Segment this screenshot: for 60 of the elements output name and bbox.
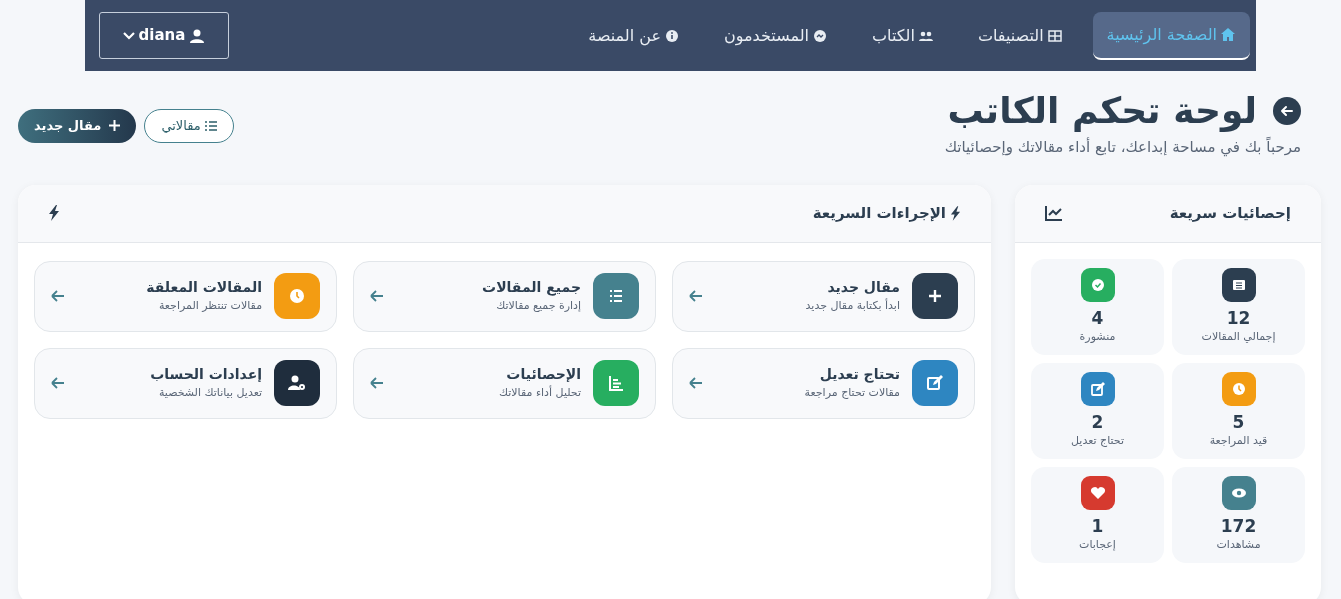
action-button[interactable]: الإحصائيات تحليل أداء مقالاتك bbox=[353, 347, 656, 419]
arrow-left-icon bbox=[51, 377, 66, 390]
action-title: الإحصائيات bbox=[505, 365, 581, 385]
info-icon bbox=[664, 27, 680, 44]
action-button[interactable]: تحتاج تعديل مقالات تحتاج مراجعة bbox=[672, 347, 975, 419]
card-title: الإجراءات السريعة bbox=[812, 202, 946, 224]
page-title: لوحة تحكم الكاتب bbox=[947, 89, 1257, 133]
stat-value: 4 bbox=[1091, 308, 1104, 329]
lightning-icon bbox=[950, 205, 961, 221]
action-subtitle: مقالات تنتظر المراجعة bbox=[157, 298, 263, 315]
action-button[interactable]: مقال جديد ابدأ بكتابة مقال جديد bbox=[672, 260, 975, 332]
my-articles-button[interactable]: مقالاتي bbox=[144, 109, 234, 143]
action-subtitle: مقالات تحتاج مراجعة bbox=[803, 385, 900, 402]
action-button[interactable]: إعدادات الحساب تعديل بياناتك الشخصية bbox=[34, 347, 338, 419]
action-title: تحتاج تعديل bbox=[818, 365, 900, 385]
stat-label: قيد المراجعة bbox=[1209, 432, 1268, 449]
action-subtitle: تعديل بياناتك الشخصية bbox=[157, 385, 263, 402]
arrow-left-icon bbox=[689, 290, 703, 303]
page-subtitle: مرحباً بك في مساحة إبداعك، تابع أداء مقالاتك وإحصائياتك bbox=[944, 136, 1301, 159]
stat-label: تحتاج تعديل bbox=[1071, 432, 1124, 449]
card-title: إحصائيات سريعة bbox=[1169, 202, 1291, 224]
arrow-left-icon bbox=[370, 377, 385, 390]
stat-value: 172 bbox=[1220, 516, 1257, 537]
arrow-left-icon bbox=[689, 377, 703, 390]
new-article-button[interactable]: مقال جديد bbox=[18, 109, 137, 143]
nav-tab[interactable]: عن المنصة bbox=[574, 13, 694, 58]
chat-icon bbox=[811, 27, 828, 44]
grid-icon bbox=[1046, 27, 1063, 44]
action-title: المقالات المعلقة bbox=[145, 278, 263, 298]
stat-label: مشاهدات bbox=[1216, 536, 1261, 553]
stat-value: 2 bbox=[1091, 412, 1104, 433]
action-subtitle: إدارة جميع مقالاتك bbox=[495, 298, 581, 315]
action-title: مقال جديد bbox=[826, 278, 900, 298]
stat-value: 1 bbox=[1091, 516, 1104, 537]
home-icon bbox=[1220, 26, 1236, 43]
caret-icon bbox=[122, 30, 135, 41]
arrow-left-icon bbox=[370, 290, 385, 303]
action-subtitle: تحليل أداء مقالاتك bbox=[497, 385, 581, 402]
stat-value: 5 bbox=[1232, 412, 1245, 433]
stat-label: إعجابات bbox=[1079, 536, 1116, 553]
action-subtitle: ابدأ بكتابة مقال جديد bbox=[804, 298, 900, 315]
action-button[interactable]: جميع المقالات إدارة جميع مقالاتك bbox=[353, 260, 656, 332]
lightning-icon bbox=[48, 205, 60, 222]
stat-label: منشورة bbox=[1079, 328, 1116, 345]
user-menu[interactable]: diana bbox=[99, 12, 229, 59]
action-button[interactable]: المقالات المعلقة مقالات تنتظر المراجعة bbox=[34, 260, 338, 332]
action-title: إعدادات الحساب bbox=[149, 365, 263, 385]
stat-value: 12 bbox=[1226, 308, 1251, 329]
plus-icon bbox=[109, 120, 121, 132]
nav-tab[interactable]: المستخدمون bbox=[710, 13, 842, 58]
nav-tab[interactable]: الكتاب bbox=[857, 13, 948, 58]
chart-line-icon bbox=[1045, 205, 1063, 222]
action-title: جميع المقالات bbox=[481, 278, 581, 298]
arrow-left-icon bbox=[51, 290, 66, 303]
user-icon bbox=[189, 27, 206, 44]
list-icon bbox=[204, 120, 217, 131]
arrow-left-icon bbox=[1280, 103, 1294, 118]
stat-label: إجمالي المقالات bbox=[1201, 328, 1276, 345]
nav-tab[interactable]: التصنيفات bbox=[963, 13, 1077, 58]
back-button[interactable] bbox=[1273, 96, 1301, 125]
